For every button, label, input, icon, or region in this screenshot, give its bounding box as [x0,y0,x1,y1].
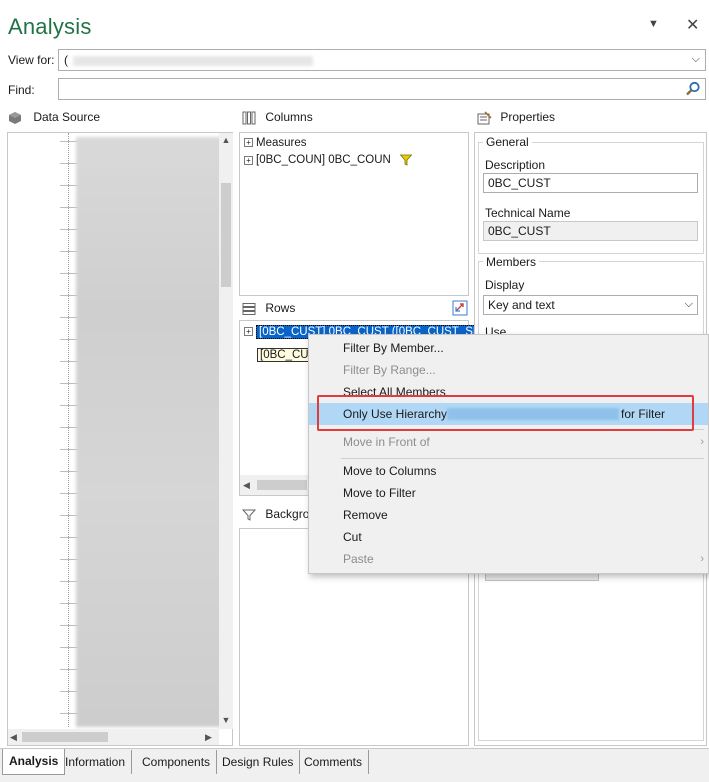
find-input[interactable] [58,78,706,100]
view-for-label: View for: [8,53,55,67]
display-dropdown[interactable]: Key and text ⌵ [483,295,698,315]
menu-move-in-front-of: Move in Front of › [309,431,708,453]
h-scrollbar-thumb[interactable] [257,480,307,490]
tree-item-label: Measures [256,137,307,149]
properties-icon [477,111,492,125]
general-title: General [483,135,532,149]
filter-icon [399,154,413,166]
scrollbar-thumb[interactable] [221,183,231,287]
background-title: Backgro [265,507,310,521]
search-icon[interactable] [685,81,701,97]
scroll-down-icon[interactable]: ▼ [219,715,233,725]
columns-panel[interactable]: + Measures + [0BC_COUN] 0BC_COUN [239,132,469,296]
tree-guide [68,133,69,727]
highlight-callout [317,395,694,431]
tree-item-measures[interactable]: + Measures [244,137,307,149]
vertical-scrollbar[interactable]: ▲ ▼ [219,133,233,729]
rows-icon [242,302,256,315]
data-source-title: Data Source [33,110,101,124]
scroll-left-icon[interactable]: ◀ [243,480,250,491]
find-label: Find: [8,83,35,97]
background-header: Backgro [242,507,309,522]
redacted-value [73,56,313,66]
tab-design-rules[interactable]: Design Rules [216,750,301,774]
columns-header: Columns [242,110,313,125]
rows-title: Rows [265,301,296,315]
expand-icon[interactable]: + [244,138,253,148]
menu-filter-by-range: Filter By Range... [343,363,436,377]
description-input[interactable]: 0BC_CUST [483,173,698,193]
expand-icon[interactable]: + [244,327,253,337]
columns-title: Columns [265,110,313,124]
menu-filter-by-member[interactable]: Filter By Member... [309,337,708,359]
description-label: Description [485,158,546,172]
filter-outline-icon [242,509,256,521]
scroll-right-icon[interactable]: ▶ [205,732,212,743]
scroll-left-icon[interactable]: ◀ [10,732,17,743]
data-source-tree[interactable]: ▲ ▼ ◀ ▶ [7,132,233,746]
rows-header: Rows [242,301,295,316]
menu-cut[interactable]: Cut [309,526,708,548]
properties-title: Properties [500,110,556,124]
view-for-value: ( [64,53,68,67]
menu-separator [341,458,704,459]
menu-move-to-filter[interactable]: Move to Filter [309,482,708,504]
redacted-tree-content [76,137,222,727]
menu-move-to-columns[interactable]: Move to Columns [309,460,708,482]
tab-comments[interactable]: Comments [298,750,370,774]
tree-item-label: [0BC_COUN] 0BC_COUN [256,154,391,167]
expand-icon[interactable]: + [244,155,253,165]
chevron-down-icon: ⌵ [691,53,700,65]
chevron-down-icon[interactable]: ▼ [648,18,659,30]
technical-name-field: 0BC_CUST [483,221,698,241]
display-value: Key and text [488,298,555,312]
cube-icon [9,111,21,124]
scroll-up-icon[interactable]: ▲ [219,135,233,145]
columns-icon [242,111,256,125]
menu-item-label: Paste [343,552,374,566]
swap-axes-icon[interactable] [452,300,468,316]
close-icon[interactable]: ✕ [686,15,699,35]
tab-information[interactable]: Information [59,750,133,774]
view-for-dropdown[interactable]: ( ⌵ [58,49,706,71]
data-source-header: Data Source [8,110,100,125]
tree-item-0bc-coun[interactable]: + [0BC_COUN] 0BC_COUN [244,154,413,167]
horizontal-scrollbar[interactable]: ◀ ▶ [8,729,219,745]
menu-item-label: Move in Front of [343,435,430,449]
pane-title: Analysis [8,14,92,39]
chevron-down-icon: ⌵ [684,298,693,310]
display-label: Display [485,278,525,292]
submenu-arrow-icon: › [700,553,704,565]
technical-name-label: Technical Name [485,206,571,220]
submenu-arrow-icon: › [700,436,704,448]
h-scrollbar-thumb[interactable] [22,732,108,742]
context-menu: Filter By Member... Filter By Range... S… [308,334,709,574]
menu-remove[interactable]: Remove [309,504,708,526]
menu-paste: Paste › [309,548,708,570]
tab-analysis[interactable]: Analysis [2,749,66,775]
members-title: Members [483,255,540,269]
properties-header: Properties [476,110,555,125]
tab-components[interactable]: Components [136,750,218,774]
